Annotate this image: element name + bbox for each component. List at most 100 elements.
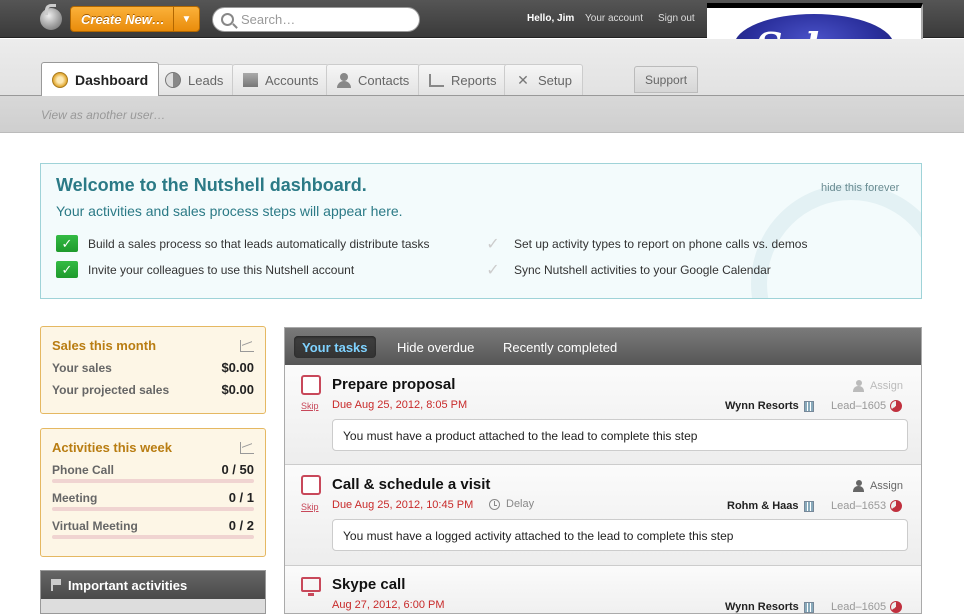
lead-link[interactable]: Lead–1653 <box>831 500 903 512</box>
chart-icon[interactable] <box>240 340 254 352</box>
assign-button[interactable]: Assign <box>852 380 903 392</box>
task-title[interactable]: Skype call <box>332 576 405 593</box>
building-icon <box>803 601 814 613</box>
task-checkbox[interactable] <box>301 375 321 395</box>
tab-setup[interactable]: ✕ Setup <box>504 64 583 95</box>
checklist-text[interactable]: Set up activity types to report on phone… <box>514 237 807 251</box>
widget-title: Activities this week <box>52 440 172 455</box>
tasks-tabs: Your tasks Hide overdue Recently complet… <box>285 328 921 365</box>
activity-row-value: 0 / 50 <box>221 462 254 477</box>
hide-forever-link[interactable]: hide this forever <box>821 182 899 194</box>
company-link[interactable]: Wynn Resorts <box>725 400 814 412</box>
lead-link[interactable]: Lead–1605 <box>831 400 903 412</box>
task-due-date: Aug 27, 2012, 6:00 PM <box>332 599 445 611</box>
chart-icon[interactable] <box>240 442 254 454</box>
welcome-subtitle: Your activities and sales process steps … <box>56 203 403 219</box>
activity-progress-bar <box>52 535 254 539</box>
search-input[interactable] <box>241 12 411 27</box>
reports-icon <box>429 73 444 87</box>
task-note: You must have a product attached to the … <box>332 419 908 451</box>
task-row: Skype call Aug 27, 2012, 6:00 PM Wynn Re… <box>285 566 921 613</box>
lead-status-pie-icon <box>890 601 903 613</box>
lead-id: Lead–1653 <box>831 500 887 512</box>
delay-button[interactable]: Delay <box>489 498 534 510</box>
task-title[interactable]: Prepare proposal <box>332 376 455 393</box>
important-activities-widget: Important activities <box>40 570 266 614</box>
tab-contacts[interactable]: Contacts <box>326 64 421 95</box>
setup-icon: ✕ <box>517 72 529 88</box>
company-link[interactable]: Wynn Resorts <box>725 601 814 613</box>
building-icon <box>803 500 814 512</box>
building-icon <box>803 400 814 412</box>
tab-leads[interactable]: Leads <box>154 64 235 95</box>
checklist-text[interactable]: Build a sales process so that leads auto… <box>88 237 430 251</box>
view-as-bar: View as another user… <box>0 95 964 133</box>
tab-accounts[interactable]: Accounts <box>232 64 330 95</box>
task-row: Skip Prepare proposal Due Aug 25, 2012, … <box>285 365 921 465</box>
task-checkbox[interactable] <box>301 475 321 495</box>
widget-title: Sales this month <box>52 338 157 353</box>
activity-row-value: 0 / 1 <box>228 490 254 505</box>
tab-hide-overdue[interactable]: Hide overdue <box>389 336 482 358</box>
checklist-item: ✓ Set up activity types to report on pho… <box>482 235 807 253</box>
nutshell-logo-icon[interactable] <box>40 4 62 30</box>
task-row: Skip Call & schedule a visit Due Aug 25,… <box>285 465 921 566</box>
lead-status-pie-icon <box>890 500 903 512</box>
tab-label: Dashboard <box>75 71 149 88</box>
tab-dashboard[interactable]: Dashboard <box>41 62 160 96</box>
assign-label: Assign <box>869 480 903 492</box>
sales-row-label: Your projected sales <box>52 383 170 397</box>
activities-this-week-widget: Activities this week Phone Call 0 / 50 M… <box>40 428 266 557</box>
checkmark-icon: ✓ <box>56 235 78 252</box>
contacts-icon <box>337 73 351 88</box>
search-box[interactable] <box>212 7 420 32</box>
tab-label: Setup <box>538 72 572 88</box>
task-due-date: Due Aug 25, 2012, 10:45 PM <box>332 499 474 511</box>
greeting: Hello, Jim <box>527 13 575 24</box>
activity-row-value: 0 / 2 <box>228 518 254 533</box>
sales-this-month-widget: Sales this month Your sales $0.00 Your p… <box>40 326 266 414</box>
sales-row-value: $0.00 <box>221 360 254 375</box>
tasks-panel: Your tasks Hide overdue Recently complet… <box>284 327 922 614</box>
assign-button[interactable]: Assign <box>852 480 903 492</box>
activity-progress-bar <box>52 479 254 483</box>
your-account-link[interactable]: Your account <box>585 13 643 24</box>
task-title[interactable]: Call & schedule a visit <box>332 476 490 493</box>
chevron-down-icon[interactable]: ▼ <box>173 7 199 31</box>
monitor-icon[interactable] <box>301 577 321 596</box>
tab-label: Reports <box>451 72 497 88</box>
checklist-item: ✓ Build a sales process so that leads au… <box>56 235 430 252</box>
support-button[interactable]: Support <box>634 66 699 93</box>
lead-link[interactable]: Lead–1605 <box>831 601 903 613</box>
welcome-title: Welcome to the Nutshell dashboard. <box>56 175 367 195</box>
checklist-text[interactable]: Sync Nutshell activities to your Google … <box>514 263 771 277</box>
checkmark-faded-icon: ✓ <box>486 235 500 253</box>
view-as-another-user-link[interactable]: View as another user… <box>41 108 166 122</box>
clock-icon <box>489 498 500 510</box>
create-new-label: Create New… <box>81 11 165 27</box>
sales-row-label: Your sales <box>52 361 112 375</box>
important-activities-header[interactable]: Important activities <box>41 571 265 599</box>
assign-label: Assign <box>869 380 903 392</box>
person-icon <box>852 480 864 492</box>
sign-out-link[interactable]: Sign out <box>658 13 695 24</box>
skip-link[interactable]: Skip <box>301 502 319 512</box>
tab-label: Leads <box>188 72 224 88</box>
create-new-button[interactable]: Create New… ▼ <box>70 6 200 32</box>
activity-row-label: Virtual Meeting <box>52 519 138 533</box>
activity-row-label: Meeting <box>52 491 98 505</box>
skip-link[interactable]: Skip <box>301 401 319 411</box>
lead-id: Lead–1605 <box>831 400 887 412</box>
company-name: Wynn Resorts <box>725 601 799 613</box>
tab-recently-completed[interactable]: Recently completed <box>495 336 625 358</box>
tab-your-tasks[interactable]: Your tasks <box>294 336 376 358</box>
person-icon <box>852 380 864 392</box>
checklist-text[interactable]: Invite your colleagues to use this Nutsh… <box>88 263 354 277</box>
delay-label: Delay <box>506 498 535 510</box>
company-link[interactable]: Rohm & Haas <box>727 500 814 512</box>
activity-progress-bar <box>52 507 254 511</box>
checkmark-faded-icon: ✓ <box>486 261 500 279</box>
activity-row-label: Phone Call <box>52 463 115 477</box>
tab-reports[interactable]: Reports <box>418 64 508 95</box>
search-icon <box>221 13 234 26</box>
